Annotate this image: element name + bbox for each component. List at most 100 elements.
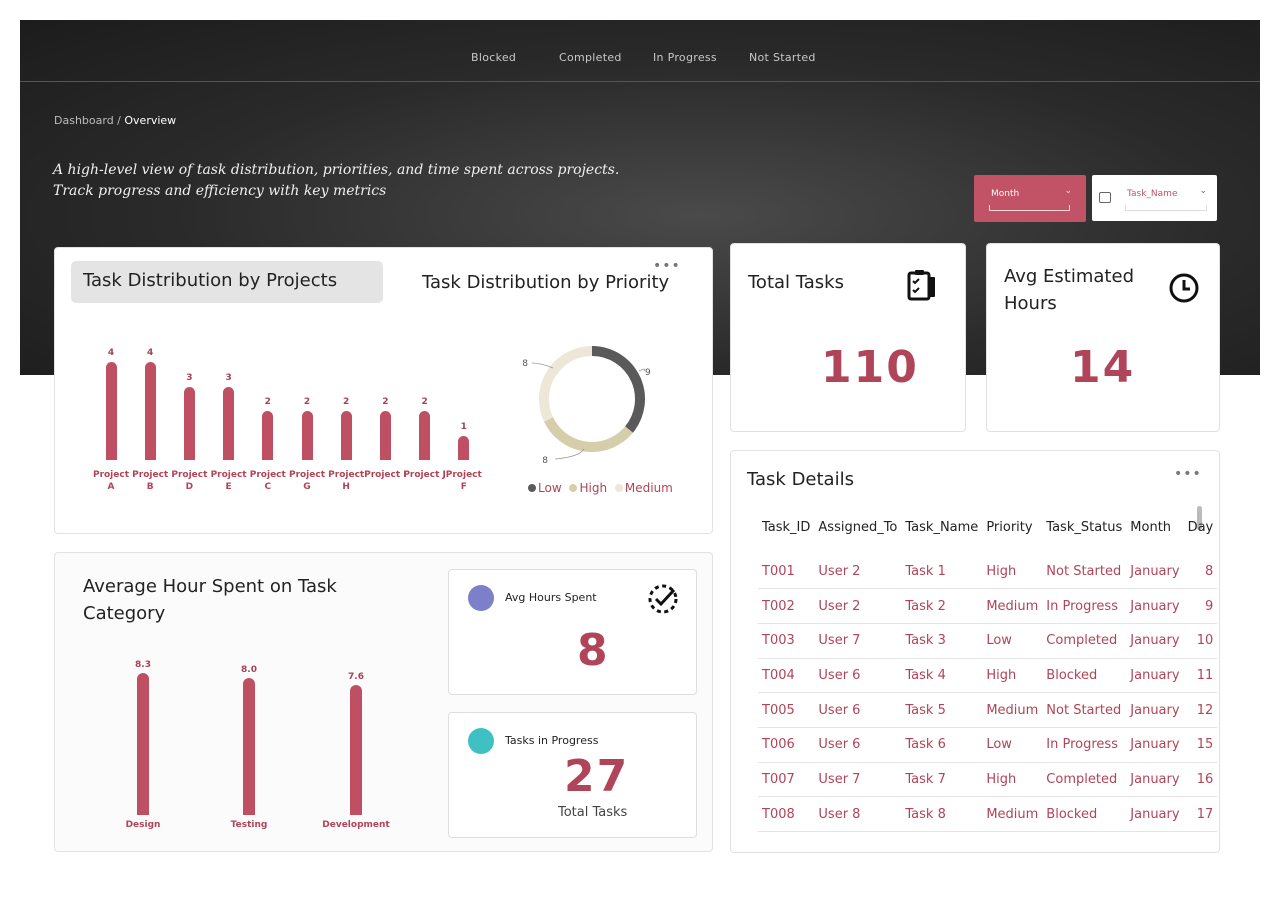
legend-item-low: Low: [528, 481, 562, 495]
bar-category[interactable]: [350, 684, 362, 815]
cell-assigned-to: User 2: [814, 588, 902, 624]
column-header-task-status[interactable]: Task_Status: [1042, 512, 1126, 542]
avg-estimated-hours-value: 14: [1070, 342, 1136, 393]
tasks-in-progress-card: Tasks in Progress 27 Total Tasks: [448, 712, 697, 838]
bar-value-label: 1: [460, 421, 467, 432]
tasks-in-progress-label: Tasks in Progress: [505, 734, 599, 747]
bar-category-label: Project H: [328, 470, 365, 492]
donut-value-label: 9: [645, 368, 651, 378]
nav-item-completed[interactable]: Completed: [559, 51, 622, 64]
table-row[interactable]: T001 User 2 Task 1 High Not Started January 8: [758, 554, 1218, 590]
bar-project[interactable]: [262, 411, 274, 460]
cell-day: 12: [1183, 692, 1218, 728]
cell-task-status: Blocked: [1042, 796, 1127, 832]
bar-category-label: Project G: [288, 470, 326, 492]
nav-item-not-started[interactable]: Not Started: [749, 51, 816, 64]
cell-task-id: T008: [758, 796, 815, 832]
bar-category-label: Project D: [171, 470, 208, 492]
bar-value-label: 4: [107, 348, 115, 358]
donut-slice-low[interactable]: [591, 346, 645, 433]
column-header-month[interactable]: Month: [1126, 512, 1183, 542]
more-dots-icon[interactable]: •••: [1174, 466, 1202, 482]
cell-day: 11: [1183, 658, 1218, 694]
column-header-priority[interactable]: Priority: [982, 512, 1042, 542]
bar-project[interactable]: [379, 411, 391, 460]
avg-estimated-hours-title: Avg Estimated Hours: [1004, 263, 1134, 317]
bar-project[interactable]: [419, 411, 431, 460]
more-dots-icon[interactable]: •••: [653, 258, 681, 274]
column-header-day[interactable]: Day: [1184, 512, 1218, 542]
cell-priority: Low: [982, 623, 1043, 659]
donut-slice-high[interactable]: [544, 417, 633, 452]
avg-hours-spent-label: Avg Hours Spent: [505, 591, 597, 604]
bar-category-label: Project E: [210, 470, 247, 492]
cell-month: January: [1126, 727, 1184, 763]
projects-bar-chart: 4 Project A 4 Project B 3 Project D 3 Project E…: [55, 248, 495, 535]
bar-project[interactable]: [458, 435, 470, 460]
cell-day: 15: [1183, 727, 1218, 763]
tasks-in-progress-marker: [468, 728, 494, 754]
cell-task-name: Task 4: [901, 658, 983, 694]
bar-category[interactable]: [243, 678, 255, 815]
priority-legend: Low High Medium: [528, 481, 673, 495]
cell-task-id: T006: [758, 727, 815, 763]
cell-day: 10: [1183, 623, 1218, 659]
cell-assigned-to: User 7: [814, 762, 902, 798]
total-tasks-card: Total Tasks 110: [730, 243, 966, 432]
cell-task-status: Completed: [1042, 623, 1127, 659]
column-header-assigned-to[interactable]: Assigned_To: [814, 512, 901, 542]
cell-day: 8: [1183, 554, 1218, 590]
cell-assigned-to: User 8: [814, 796, 902, 832]
bar-project[interactable]: [340, 411, 352, 460]
cell-priority: High: [982, 762, 1043, 798]
table-row[interactable]: T008 User 8 Task 8 Medium Blocked January 17: [758, 796, 1218, 832]
cell-task-status: Not Started: [1042, 692, 1127, 728]
breadcrumb-parent[interactable]: Dashboard: [54, 114, 114, 127]
task-name-filter[interactable]: Task_Name ⌄: [1092, 175, 1217, 221]
bar-project[interactable]: [144, 362, 156, 460]
cell-priority: High: [982, 554, 1043, 590]
breadcrumb: Dashboard / Overview: [54, 114, 176, 127]
priority-donut-chart: 9 8 8: [522, 346, 651, 466]
table-row[interactable]: T003 User 7 Task 3 Low Completed January 10: [758, 623, 1218, 659]
task-details-table: Task_ID Assigned_To Task_Name Priority T…: [758, 512, 1218, 832]
nav-item-in-progress[interactable]: In Progress: [653, 51, 717, 64]
column-header-task-id[interactable]: Task_ID: [758, 512, 814, 542]
table-row[interactable]: T007 User 7 Task 7 High Completed January 16: [758, 762, 1218, 798]
bar-category-label: Project I: [364, 470, 407, 480]
bar-category[interactable]: [137, 673, 149, 815]
cell-assigned-to: User 2: [814, 554, 902, 590]
bar-project[interactable]: [105, 362, 117, 460]
month-filter[interactable]: Month ⌄: [974, 175, 1086, 222]
task-name-filter-input[interactable]: [1125, 205, 1207, 211]
month-filter-slider[interactable]: [989, 205, 1070, 211]
cell-task-status: Not Started: [1042, 554, 1127, 590]
cell-task-id: T003: [758, 623, 815, 659]
task-details-card: Task Details ••• Task_ID Assigned_To Tas…: [730, 450, 1220, 853]
bar-value-label: 8.3: [135, 660, 151, 670]
donut-value-label: 8: [522, 359, 528, 369]
bar-category-label: Project B: [132, 470, 169, 492]
bar-value-label: 3: [186, 372, 193, 383]
description-line-1: A high-level view of task distribution, …: [53, 162, 620, 178]
cell-task-id: T004: [758, 658, 815, 694]
cell-task-name: Task 7: [901, 762, 983, 798]
cell-task-name: Task 1: [901, 554, 983, 590]
bar-project[interactable]: [223, 386, 235, 460]
cell-month: January: [1126, 658, 1184, 694]
cell-assigned-to: User 6: [814, 692, 902, 728]
table-row[interactable]: T006 User 6 Task 6 Low In Progress January 15: [758, 727, 1218, 763]
nav-item-blocked[interactable]: Blocked: [471, 51, 516, 64]
table-row[interactable]: T005 User 6 Task 5 Medium Not Started January…: [758, 692, 1218, 728]
bar-project[interactable]: [301, 411, 313, 460]
avg-estimated-title-line-1: Avg Estimated: [1004, 266, 1134, 287]
donut-slice-medium[interactable]: [539, 346, 593, 422]
bar-value-label: 2: [382, 397, 389, 407]
table-row[interactable]: T004 User 6 Task 4 High Blocked January 11: [758, 658, 1218, 694]
cell-priority: Medium: [982, 692, 1043, 728]
table-header-row: Task_ID Assigned_To Task_Name Priority T…: [758, 512, 1217, 542]
table-row[interactable]: T002 User 2 Task 2 Medium In Progress January…: [758, 588, 1218, 624]
column-header-task-name[interactable]: Task_Name: [901, 512, 982, 542]
bar-project[interactable]: [183, 386, 195, 460]
legend-dot-medium: [614, 484, 623, 492]
